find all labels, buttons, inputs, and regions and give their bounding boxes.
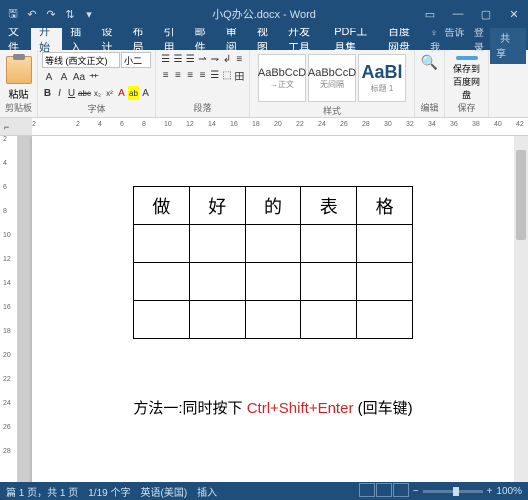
table-cell[interactable]: 的 bbox=[245, 187, 301, 225]
strike-button[interactable]: abc bbox=[78, 86, 91, 100]
table-cell[interactable]: 好 bbox=[189, 187, 245, 225]
multilevel-icon[interactable]: ☰ bbox=[185, 52, 196, 66]
align-right-icon[interactable]: ≡ bbox=[185, 68, 196, 82]
document-table[interactable]: 做好的表格 bbox=[133, 186, 413, 339]
table-cell[interactable] bbox=[301, 301, 357, 339]
qat-touch-icon[interactable]: ⇅ bbox=[61, 5, 79, 23]
table-cell[interactable] bbox=[357, 301, 413, 339]
table-cell[interactable] bbox=[245, 263, 301, 301]
ruler-corner: ⌐ bbox=[0, 118, 32, 135]
table-cell[interactable] bbox=[245, 225, 301, 263]
underline-button[interactable]: U bbox=[66, 86, 77, 100]
align-center-icon[interactable]: ≡ bbox=[172, 68, 183, 82]
highlight-button[interactable]: ab bbox=[128, 86, 139, 100]
style-normal[interactable]: AaBbCcD →正文 bbox=[258, 54, 306, 102]
ribbon-options-icon[interactable]: ▭ bbox=[416, 0, 444, 28]
char-border-button[interactable]: A bbox=[140, 86, 151, 100]
close-icon[interactable]: ✕ bbox=[500, 0, 528, 28]
indent-dec-icon[interactable]: ⇀ bbox=[197, 52, 208, 66]
zoom-out-button[interactable]: − bbox=[413, 486, 419, 497]
table-cell[interactable]: 表 bbox=[301, 187, 357, 225]
show-marks-icon[interactable]: ≡ bbox=[234, 52, 245, 66]
line-spacing-icon[interactable]: ☰ bbox=[209, 68, 220, 82]
table-cell[interactable] bbox=[301, 263, 357, 301]
table-cell[interactable] bbox=[134, 263, 190, 301]
table-cell[interactable] bbox=[134, 301, 190, 339]
cloud-save-icon[interactable] bbox=[456, 56, 478, 60]
qat-redo-icon[interactable]: ↷ bbox=[42, 5, 60, 23]
borders-icon[interactable]: 田 bbox=[234, 68, 245, 82]
indent-inc-icon[interactable]: ⇁ bbox=[209, 52, 220, 66]
table-cell[interactable] bbox=[189, 301, 245, 339]
sort-icon[interactable]: ↲ bbox=[221, 52, 232, 66]
zoom-level[interactable]: 100% bbox=[496, 486, 522, 497]
document-page[interactable]: 做好的表格 方法一:同时按下 Ctrl+Shift+Enter (回车键) bbox=[32, 136, 514, 482]
scrollbar-thumb[interactable] bbox=[516, 150, 526, 240]
zoom-slider[interactable] bbox=[423, 490, 483, 493]
view-mode-buttons[interactable] bbox=[358, 483, 409, 500]
vertical-ruler[interactable]: 246810121416182022242628 bbox=[0, 136, 18, 482]
group-paragraph-label: 段落 bbox=[160, 101, 245, 115]
paste-button[interactable]: 粘贴 bbox=[9, 86, 29, 101]
bullets-icon[interactable]: ☰ bbox=[160, 52, 171, 66]
status-page[interactable]: 篇 1 页，共 1 页 bbox=[6, 484, 78, 499]
paste-icon[interactable] bbox=[6, 56, 32, 84]
table-cell[interactable] bbox=[301, 225, 357, 263]
qat-undo-icon[interactable]: ↶ bbox=[23, 5, 41, 23]
table-cell[interactable] bbox=[245, 301, 301, 339]
window-title: 小Q办公.docx - Word bbox=[212, 6, 316, 22]
phonetic-icon[interactable]: 艹 bbox=[87, 70, 101, 84]
font-size-select[interactable]: 小二 bbox=[121, 52, 151, 68]
numbering-icon[interactable]: ☰ bbox=[172, 52, 183, 66]
table-cell[interactable] bbox=[189, 225, 245, 263]
style-nospacing[interactable]: AaBbCcD 无间隔 bbox=[308, 54, 356, 102]
group-clipboard-label: 剪贴板 bbox=[5, 101, 32, 115]
font-name-select[interactable]: 等线 (西文正文) bbox=[42, 52, 120, 68]
group-styles-label: 样式 bbox=[254, 104, 410, 118]
subscript-button[interactable]: x₂ bbox=[92, 86, 103, 100]
vertical-scrollbar[interactable] bbox=[514, 136, 528, 482]
table-cell[interactable]: 做 bbox=[134, 187, 190, 225]
font-color-button[interactable]: A bbox=[116, 86, 127, 100]
maximize-icon[interactable]: ▢ bbox=[472, 0, 500, 28]
bold-button[interactable]: B bbox=[42, 86, 53, 100]
shrink-font-icon[interactable]: A bbox=[57, 70, 71, 84]
style-heading1[interactable]: AaBl 标题 1 bbox=[358, 54, 406, 102]
minimize-icon[interactable]: — bbox=[444, 0, 472, 28]
italic-button[interactable]: I bbox=[54, 86, 65, 100]
superscript-button[interactable]: x² bbox=[104, 86, 115, 100]
horizontal-ruler[interactable]: 2246810121416182022242628303234363840424… bbox=[32, 118, 528, 135]
table-cell[interactable] bbox=[134, 225, 190, 263]
align-left-icon[interactable]: ≡ bbox=[160, 68, 171, 82]
group-editing-label: 编辑 bbox=[420, 101, 438, 115]
table-cell[interactable]: 格 bbox=[357, 187, 413, 225]
method-text: 方法一:同时按下 Ctrl+Shift+Enter (回车键) bbox=[72, 397, 474, 418]
status-language[interactable]: 英语(美国) bbox=[141, 484, 188, 499]
status-insert[interactable]: 插入 bbox=[197, 484, 217, 499]
qat-more-icon[interactable]: ▾ bbox=[80, 5, 98, 23]
table-cell[interactable] bbox=[189, 263, 245, 301]
table-cell[interactable] bbox=[357, 225, 413, 263]
group-font-label: 字体 bbox=[42, 102, 151, 116]
change-case-icon[interactable]: Aa bbox=[72, 70, 86, 84]
table-cell[interactable] bbox=[357, 263, 413, 301]
status-words[interactable]: 1/19 个字 bbox=[88, 484, 130, 499]
grow-font-icon[interactable]: A bbox=[42, 70, 56, 84]
zoom-in-button[interactable]: + bbox=[487, 486, 493, 497]
find-icon[interactable]: 🔍 bbox=[421, 54, 438, 71]
save-cloud-button[interactable]: 保存到百度网盘 bbox=[449, 62, 484, 101]
group-save-label: 保存 bbox=[457, 101, 475, 115]
justify-icon[interactable]: ≡ bbox=[197, 68, 208, 82]
shading-icon[interactable]: ⬚ bbox=[221, 68, 232, 82]
qat-save-icon[interactable]: 🖫 bbox=[4, 5, 22, 23]
